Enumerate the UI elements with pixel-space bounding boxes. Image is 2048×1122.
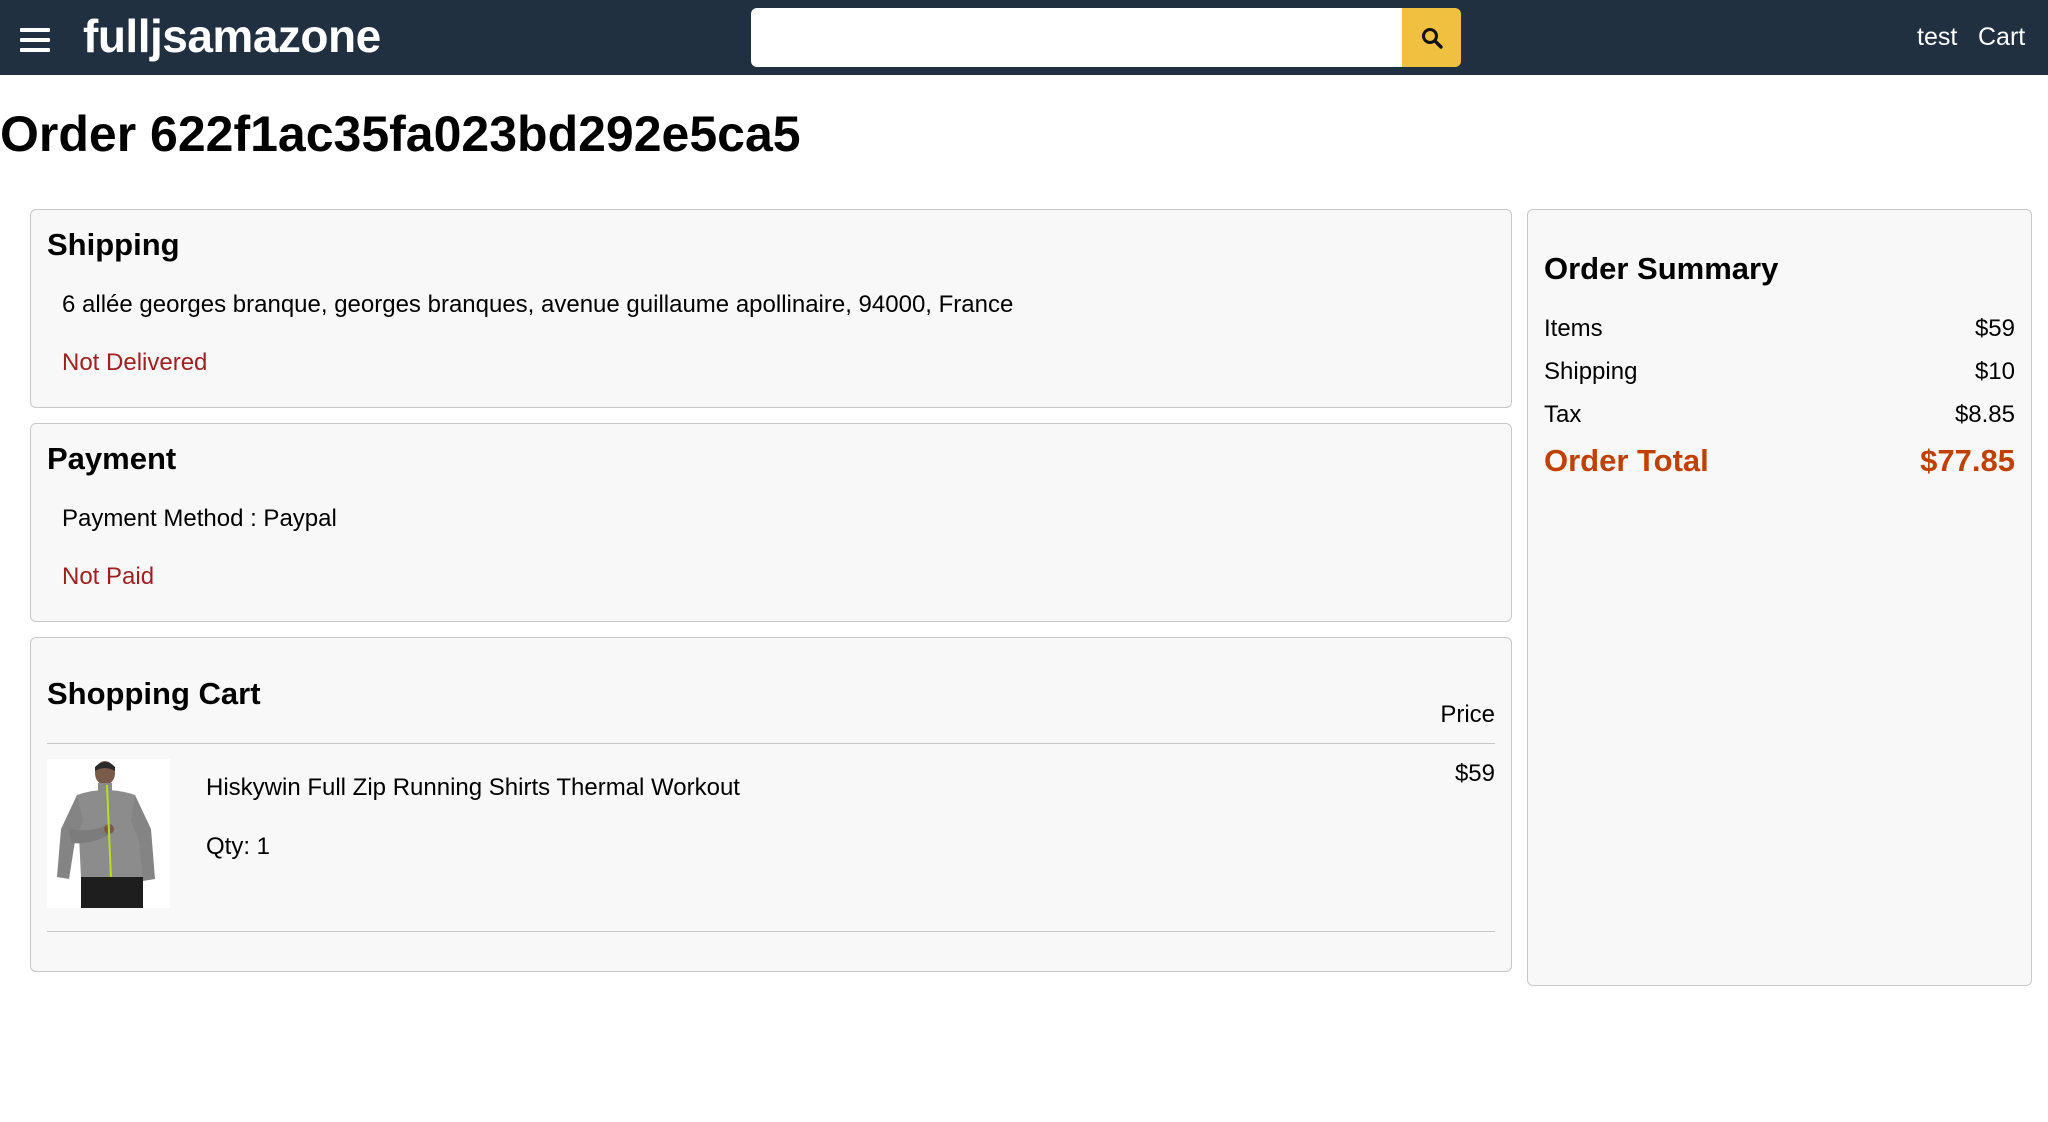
divider	[47, 931, 1495, 932]
summary-row-items: Items $59	[1544, 314, 2015, 344]
cart-item-price: $59	[1454, 760, 1495, 787]
summary-value: $10	[1974, 358, 2015, 385]
order-summary-heading: Order Summary	[1544, 251, 1779, 286]
price-column-header: Price	[1440, 701, 1495, 728]
order-total-value: $77.85	[1920, 443, 2015, 478]
summary-row-total: Order Total $77.85	[1544, 443, 2015, 479]
shopping-cart-card: Shopping Cart Price Hiskywin Full Zip Ru…	[30, 637, 1512, 972]
shipping-heading: Shipping	[47, 227, 180, 262]
cart-item-qty: Qty: 1	[206, 833, 271, 860]
payment-method: Payment Method : Paypal	[62, 505, 337, 532]
summary-row-tax: Tax $8.85	[1544, 400, 2015, 430]
summary-label: Items	[1544, 315, 1603, 342]
payment-card: Payment Payment Method : Paypal Not Paid	[30, 423, 1512, 622]
summary-row-shipping: Shipping $10	[1544, 357, 2015, 387]
divider	[47, 743, 1495, 744]
product-image[interactable]	[47, 759, 170, 908]
payment-heading: Payment	[47, 441, 177, 476]
payment-status: Not Paid	[62, 563, 155, 590]
order-total-label: Order Total	[1544, 443, 1709, 478]
page-title: Order 622f1ac35fa023bd292e5ca5	[0, 106, 801, 162]
menu-icon[interactable]	[20, 28, 50, 52]
cart-item-name[interactable]: Hiskywin Full Zip Running Shirts Thermal…	[206, 773, 740, 803]
search-button[interactable]	[1402, 8, 1461, 67]
search-bar	[751, 8, 1461, 67]
brand-logo-link[interactable]: fulljsamazone	[83, 10, 381, 62]
shipping-address: 6 allée georges branque, georges branque…	[62, 291, 1014, 318]
cart-heading: Shopping Cart	[47, 676, 261, 711]
summary-value: $59	[1974, 315, 2015, 342]
summary-label: Shipping	[1544, 358, 1638, 385]
top-navbar: fulljsamazone test Cart	[0, 0, 2048, 75]
search-icon	[1421, 27, 1443, 49]
delivery-status: Not Delivered	[62, 349, 208, 376]
summary-label: Tax	[1544, 401, 1582, 428]
cart-link[interactable]: Cart	[1978, 22, 2025, 52]
shipping-card: Shipping 6 allée georges branque, george…	[30, 209, 1512, 408]
summary-value: $8.85	[1954, 401, 2015, 428]
user-menu-link[interactable]: test	[1917, 22, 1957, 52]
search-input[interactable]	[751, 8, 1402, 67]
order-summary-card: Order Summary Items $59 Shipping $10 Tax…	[1527, 209, 2032, 986]
